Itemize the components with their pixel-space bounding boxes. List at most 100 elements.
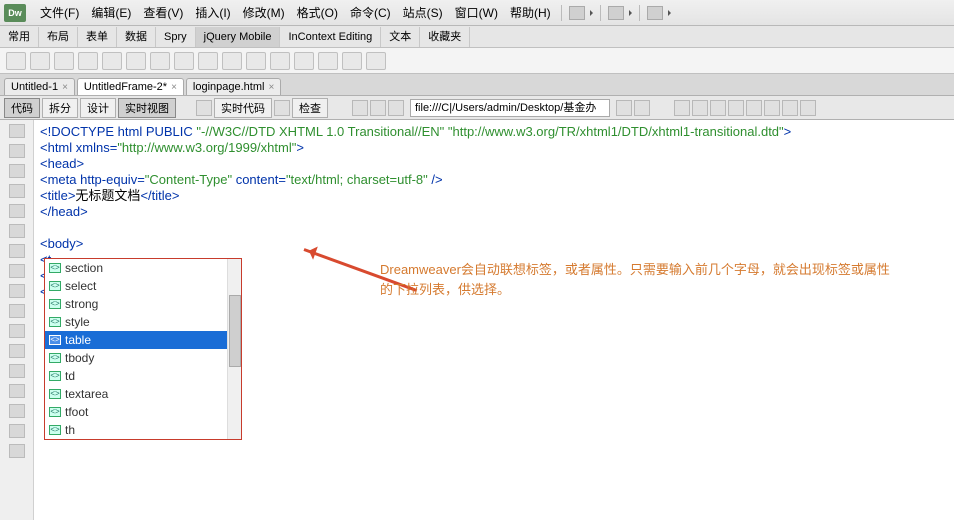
tool-icon[interactable] — [764, 100, 780, 116]
chevron-down-icon[interactable] — [668, 10, 674, 16]
gutter-icon[interactable] — [9, 264, 25, 278]
chevron-down-icon[interactable] — [629, 10, 635, 16]
gutter-icon[interactable] — [9, 284, 25, 298]
tool-icon[interactable] — [800, 100, 816, 116]
nav-back-icon[interactable] — [352, 100, 368, 116]
insert-icon[interactable] — [318, 52, 338, 70]
extend-icon[interactable] — [608, 6, 624, 20]
insert-icon[interactable] — [54, 52, 74, 70]
menu-site[interactable]: 站点(S) — [397, 4, 449, 21]
doc-tab[interactable]: UntitledFrame-2*× — [77, 78, 184, 95]
view-split-button[interactable]: 拆分 — [42, 98, 78, 118]
menu-view[interactable]: 查看(V) — [137, 4, 189, 21]
autocomplete-item[interactable]: <>td — [45, 367, 241, 385]
close-icon[interactable]: × — [62, 82, 68, 93]
scrollbar-thumb[interactable] — [229, 295, 241, 367]
globe-icon[interactable] — [388, 100, 404, 116]
site-icon[interactable] — [647, 6, 663, 20]
menu-help[interactable]: 帮助(H) — [504, 4, 557, 21]
insert-icon[interactable] — [222, 52, 242, 70]
view-live-button[interactable]: 实时视图 — [118, 98, 176, 118]
scrollbar[interactable] — [227, 259, 241, 439]
menu-insert[interactable]: 插入(I) — [189, 4, 236, 21]
gutter-icon[interactable] — [9, 444, 25, 458]
menu-window[interactable]: 窗口(W) — [449, 4, 504, 21]
refresh-icon[interactable] — [196, 100, 212, 116]
addr-dropdown-icon[interactable] — [616, 100, 632, 116]
chevron-down-icon[interactable] — [590, 10, 596, 16]
inspect-button[interactable]: 检查 — [292, 98, 328, 118]
autocomplete-item[interactable]: <>section — [45, 259, 241, 277]
autocomplete-item[interactable]: <>tbody — [45, 349, 241, 367]
insert-tab-text[interactable]: 文本 — [381, 27, 420, 47]
insert-icon[interactable] — [342, 52, 362, 70]
insert-icon[interactable] — [126, 52, 146, 70]
autocomplete-item[interactable]: <>strong — [45, 295, 241, 313]
gutter-icon[interactable] — [9, 124, 25, 138]
tool-icon[interactable] — [782, 100, 798, 116]
insert-tab-data[interactable]: 数据 — [117, 27, 156, 47]
menu-format[interactable]: 格式(O) — [291, 4, 344, 21]
tool-icon[interactable] — [746, 100, 762, 116]
doc-tab[interactable]: Untitled-1× — [4, 78, 75, 95]
insert-icon[interactable] — [150, 52, 170, 70]
insert-icon[interactable] — [30, 52, 50, 70]
view-code-button[interactable]: 代码 — [4, 98, 40, 118]
gutter-icon[interactable] — [9, 424, 25, 438]
close-icon[interactable]: × — [171, 82, 177, 93]
insert-tab-layout[interactable]: 布局 — [39, 27, 78, 47]
gutter-icon[interactable] — [9, 204, 25, 218]
menu-edit[interactable]: 编辑(E) — [85, 4, 137, 21]
insert-icon[interactable] — [246, 52, 266, 70]
insert-tab-incontext[interactable]: InContext Editing — [280, 27, 381, 47]
insert-icon[interactable] — [102, 52, 122, 70]
tool-icon[interactable] — [674, 100, 690, 116]
inspect-toggle-icon[interactable] — [274, 100, 290, 116]
autocomplete-popup[interactable]: <>section <>select <>strong <>style <>ta… — [44, 258, 242, 440]
insert-icon[interactable] — [174, 52, 194, 70]
gutter-icon[interactable] — [9, 224, 25, 238]
gutter-icon[interactable] — [9, 324, 25, 338]
gutter-icon[interactable] — [9, 384, 25, 398]
insert-tab-favorites[interactable]: 收藏夹 — [420, 27, 470, 47]
insert-icon[interactable] — [270, 52, 290, 70]
autocomplete-item-selected[interactable]: <>table — [45, 331, 241, 349]
address-field[interactable]: file:///C|/Users/admin/Desktop/基金办 — [410, 99, 610, 117]
tool-icon[interactable] — [728, 100, 744, 116]
close-icon[interactable]: × — [268, 82, 274, 93]
nav-home-icon[interactable] — [370, 100, 386, 116]
gutter-icon[interactable] — [9, 144, 25, 158]
autocomplete-item[interactable]: <>tfoot — [45, 403, 241, 421]
insert-tab-common[interactable]: 常用 — [0, 27, 39, 47]
insert-icon[interactable] — [78, 52, 98, 70]
code-editor[interactable]: <!DOCTYPE html PUBLIC "-//W3C//DTD XHTML… — [34, 120, 954, 520]
gutter-icon[interactable] — [9, 304, 25, 318]
gutter-icon[interactable] — [9, 244, 25, 258]
autocomplete-item[interactable]: <>style — [45, 313, 241, 331]
autocomplete-item[interactable]: <>select — [45, 277, 241, 295]
gutter-icon[interactable] — [9, 404, 25, 418]
insert-icon[interactable] — [366, 52, 386, 70]
gutter-icon[interactable] — [9, 164, 25, 178]
gutter-icon[interactable] — [9, 364, 25, 378]
insert-icon[interactable] — [294, 52, 314, 70]
insert-tab-jquerymobile[interactable]: jQuery Mobile — [196, 27, 281, 47]
layout-icon[interactable] — [569, 6, 585, 20]
tool-icon[interactable] — [710, 100, 726, 116]
insert-icon[interactable] — [198, 52, 218, 70]
insert-tab-spry[interactable]: Spry — [156, 27, 196, 47]
doc-tab[interactable]: loginpage.html× — [186, 78, 281, 95]
autocomplete-item[interactable]: <>th — [45, 421, 241, 439]
menu-commands[interactable]: 命令(C) — [344, 4, 397, 21]
menu-file[interactable]: 文件(F) — [34, 4, 85, 21]
view-design-button[interactable]: 设计 — [80, 98, 116, 118]
live-code-button[interactable]: 实时代码 — [214, 98, 272, 118]
live-options-icon[interactable] — [634, 100, 650, 116]
tool-icon[interactable] — [692, 100, 708, 116]
insert-icon[interactable] — [6, 52, 26, 70]
gutter-icon[interactable] — [9, 344, 25, 358]
autocomplete-item[interactable]: <>textarea — [45, 385, 241, 403]
menu-modify[interactable]: 修改(M) — [237, 4, 291, 21]
insert-tab-forms[interactable]: 表单 — [78, 27, 117, 47]
gutter-icon[interactable] — [9, 184, 25, 198]
